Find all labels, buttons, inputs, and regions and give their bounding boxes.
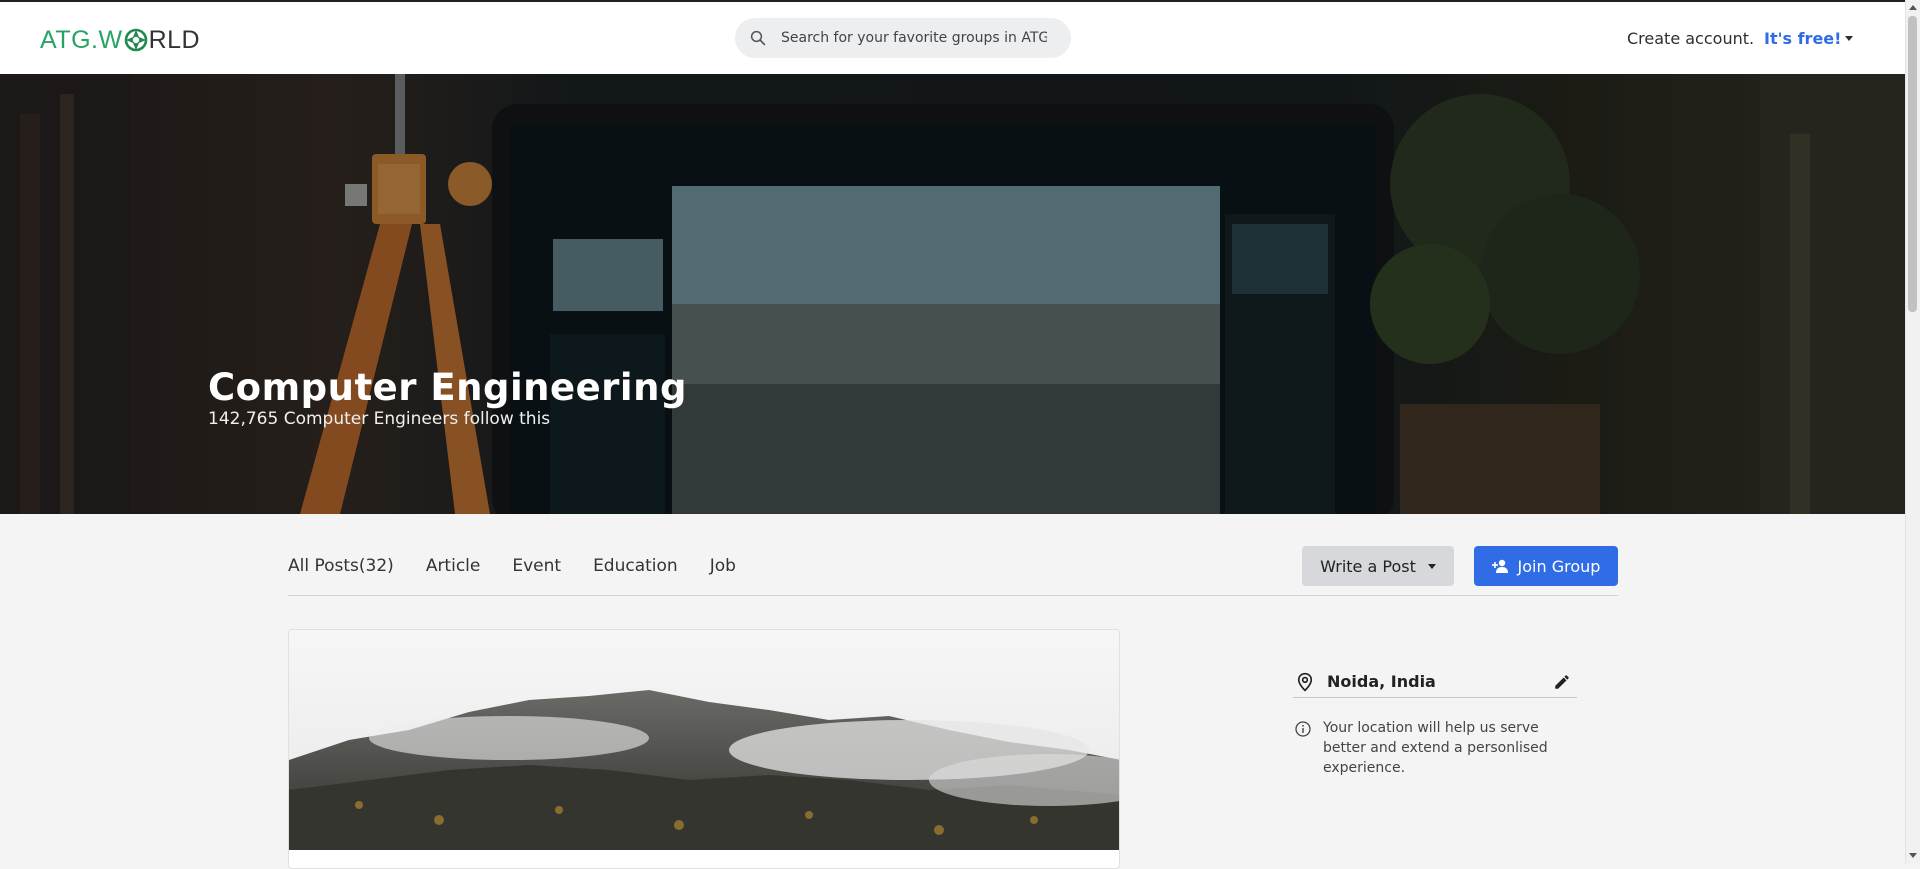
navbar: ATG.W RLD Create account. It's free! [0,2,1905,74]
post-card[interactable] [288,629,1120,869]
scroll-up-icon[interactable] [1909,5,1917,10]
tab-event[interactable]: Event [512,556,561,576]
search-input[interactable] [779,29,1049,47]
location-info: Your location will help us serve better … [1295,718,1585,778]
tab-education[interactable]: Education [593,556,678,576]
join-group-button[interactable]: Join Group [1474,546,1618,586]
hero-overlay [0,74,1905,514]
edit-pencil-icon[interactable] [1553,673,1571,691]
location-field: Noida, India [1293,666,1577,698]
write-post-button[interactable]: Write a Post [1302,546,1454,586]
its-free-dropdown[interactable]: It's free! [1764,29,1854,48]
caret-down-icon [1427,563,1436,569]
atg-logo[interactable]: ATG.W RLD [40,26,200,54]
tab-article[interactable]: Article [426,556,481,576]
logo-text-suffix: RLD [148,26,201,54]
location-info-text: Your location will help us serve better … [1323,720,1548,776]
post-cover-image [289,630,1119,850]
write-post-label: Write a Post [1320,556,1416,576]
globe-icon [124,28,147,52]
search-bar[interactable] [735,18,1071,58]
scroll-down-icon[interactable] [1909,853,1917,858]
search-icon [750,30,766,46]
group-follower-count: 142,765 Computer Engineers follow this [208,409,551,429]
create-account-link[interactable]: Create account. [1627,29,1754,48]
info-icon [1295,721,1311,737]
post-filter-tabs: All Posts(32) Article Event Education Jo… [288,556,768,576]
tab-all-posts[interactable]: All Posts(32) [288,556,394,576]
hero-banner: Computer Engineering 142,765 Computer En… [0,74,1905,514]
tabs-divider [288,595,1618,596]
tab-job[interactable]: Job [710,556,736,576]
join-group-label: Join Group [1517,556,1601,576]
logo-text-prefix: ATG.W [40,26,123,54]
location-city: Noida, India [1327,672,1436,691]
caret-down-icon [1845,36,1854,41]
scrollbar-thumb[interactable] [1908,16,1917,312]
add-user-icon [1491,559,1508,573]
location-pin-icon [1297,672,1313,691]
group-title: Computer Engineering [208,366,687,409]
its-free-label: It's free! [1764,29,1842,48]
